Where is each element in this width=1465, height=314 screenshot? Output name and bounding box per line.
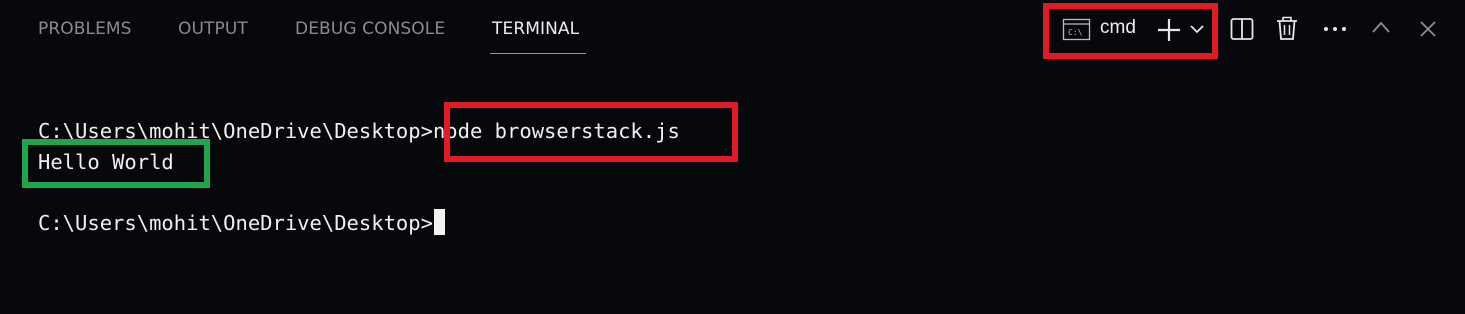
svg-text:C:\: C:\ [1068,28,1083,37]
terminal-output[interactable]: C:\Users\mohit\OneDrive\Desktop>node bro… [38,116,680,236]
prompt: C:\Users\mohit\OneDrive\Desktop> [38,211,433,235]
chevron-down-icon[interactable] [1188,22,1206,36]
terminal-toolbar: C:\ cmd [0,0,1465,60]
chevron-up-icon[interactable] [1370,17,1392,37]
terminal-line-prompt: C:\Users\mohit\OneDrive\Desktop> [38,208,445,238]
plus-icon[interactable] [1156,17,1182,43]
close-icon[interactable] [1417,18,1439,40]
split-terminal-icon[interactable] [1229,16,1255,42]
shell-selector[interactable]: C:\ cmd [1062,16,1142,44]
terminal-line-command: C:\Users\mohit\OneDrive\Desktop>node bro… [38,116,680,146]
command-text: node browserstack.js [432,119,680,143]
trash-icon[interactable] [1274,14,1300,42]
shell-label: cmd [1100,17,1136,38]
terminal-line-output: Hello World [38,147,174,177]
terminal-panel: PROBLEMS OUTPUT DEBUG CONSOLE TERMINAL C… [0,0,1465,314]
terminal-cursor [433,209,445,235]
output-text: Hello World [38,150,174,174]
more-actions-icon[interactable] [1322,20,1348,38]
prompt: C:\Users\mohit\OneDrive\Desktop> [38,119,433,143]
terminal-shell-icon: C:\ [1062,18,1091,41]
